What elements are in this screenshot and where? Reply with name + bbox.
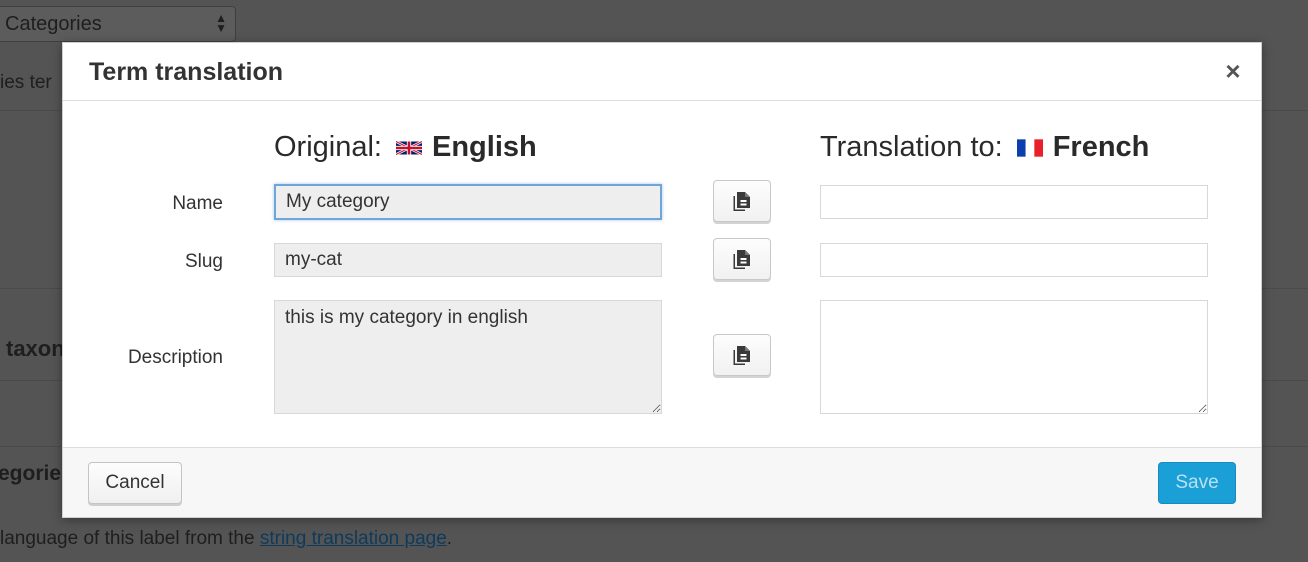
original-slug-input[interactable] [274,243,662,277]
fr-flag-icon [1016,138,1043,157]
original-description-textarea[interactable]: this is my category in english [274,300,662,414]
copy-name-button[interactable] [713,180,771,222]
background-text-fragment: ies ter [0,72,52,93]
save-button[interactable]: Save [1158,462,1236,504]
copy-icon [733,250,750,269]
translation-heading: Translation to: French [820,131,1149,164]
translation-language: French [1052,131,1150,163]
taxonomy-select-value: Categories [5,13,102,35]
cancel-button[interactable]: Cancel [88,462,182,504]
translated-slug-input[interactable] [820,243,1208,277]
taxonomy-select[interactable]: Categories ▲ ▼ [0,6,236,42]
close-icon[interactable]: × [1219,57,1247,85]
copy-icon [733,192,750,211]
name-label: Name [172,193,223,214]
help-text-suffix: . [446,528,453,549]
copy-icon [733,346,750,365]
original-prefix: Original: [274,131,382,163]
original-heading: Original: English [274,131,537,164]
original-language: English [432,131,537,163]
translated-name-input[interactable] [820,185,1208,219]
string-translation-link[interactable]: string translation page [260,528,447,549]
dialog-title: Term translation [89,58,284,86]
dialog-footer: Cancel Save [63,447,1261,517]
description-label: Description [127,347,223,368]
original-name-input[interactable] [274,184,662,220]
term-translation-dialog: Term translation × Original: English Tra… [62,42,1262,518]
background-help-text: language of this label from the string t… [0,528,452,550]
dialog-header: Term translation × [63,43,1261,101]
help-text-prefix: language of this label from the [0,528,260,549]
slug-label: Slug [184,251,223,272]
translation-prefix: Translation to: [820,131,1003,163]
translated-description-textarea[interactable] [820,300,1208,414]
background-heading-fragment: taxon [6,336,65,361]
copy-slug-button[interactable] [713,238,771,280]
uk-flag-icon [396,139,422,156]
copy-description-button[interactable] [713,334,771,376]
select-arrows-icon: ▲ ▼ [215,11,227,35]
